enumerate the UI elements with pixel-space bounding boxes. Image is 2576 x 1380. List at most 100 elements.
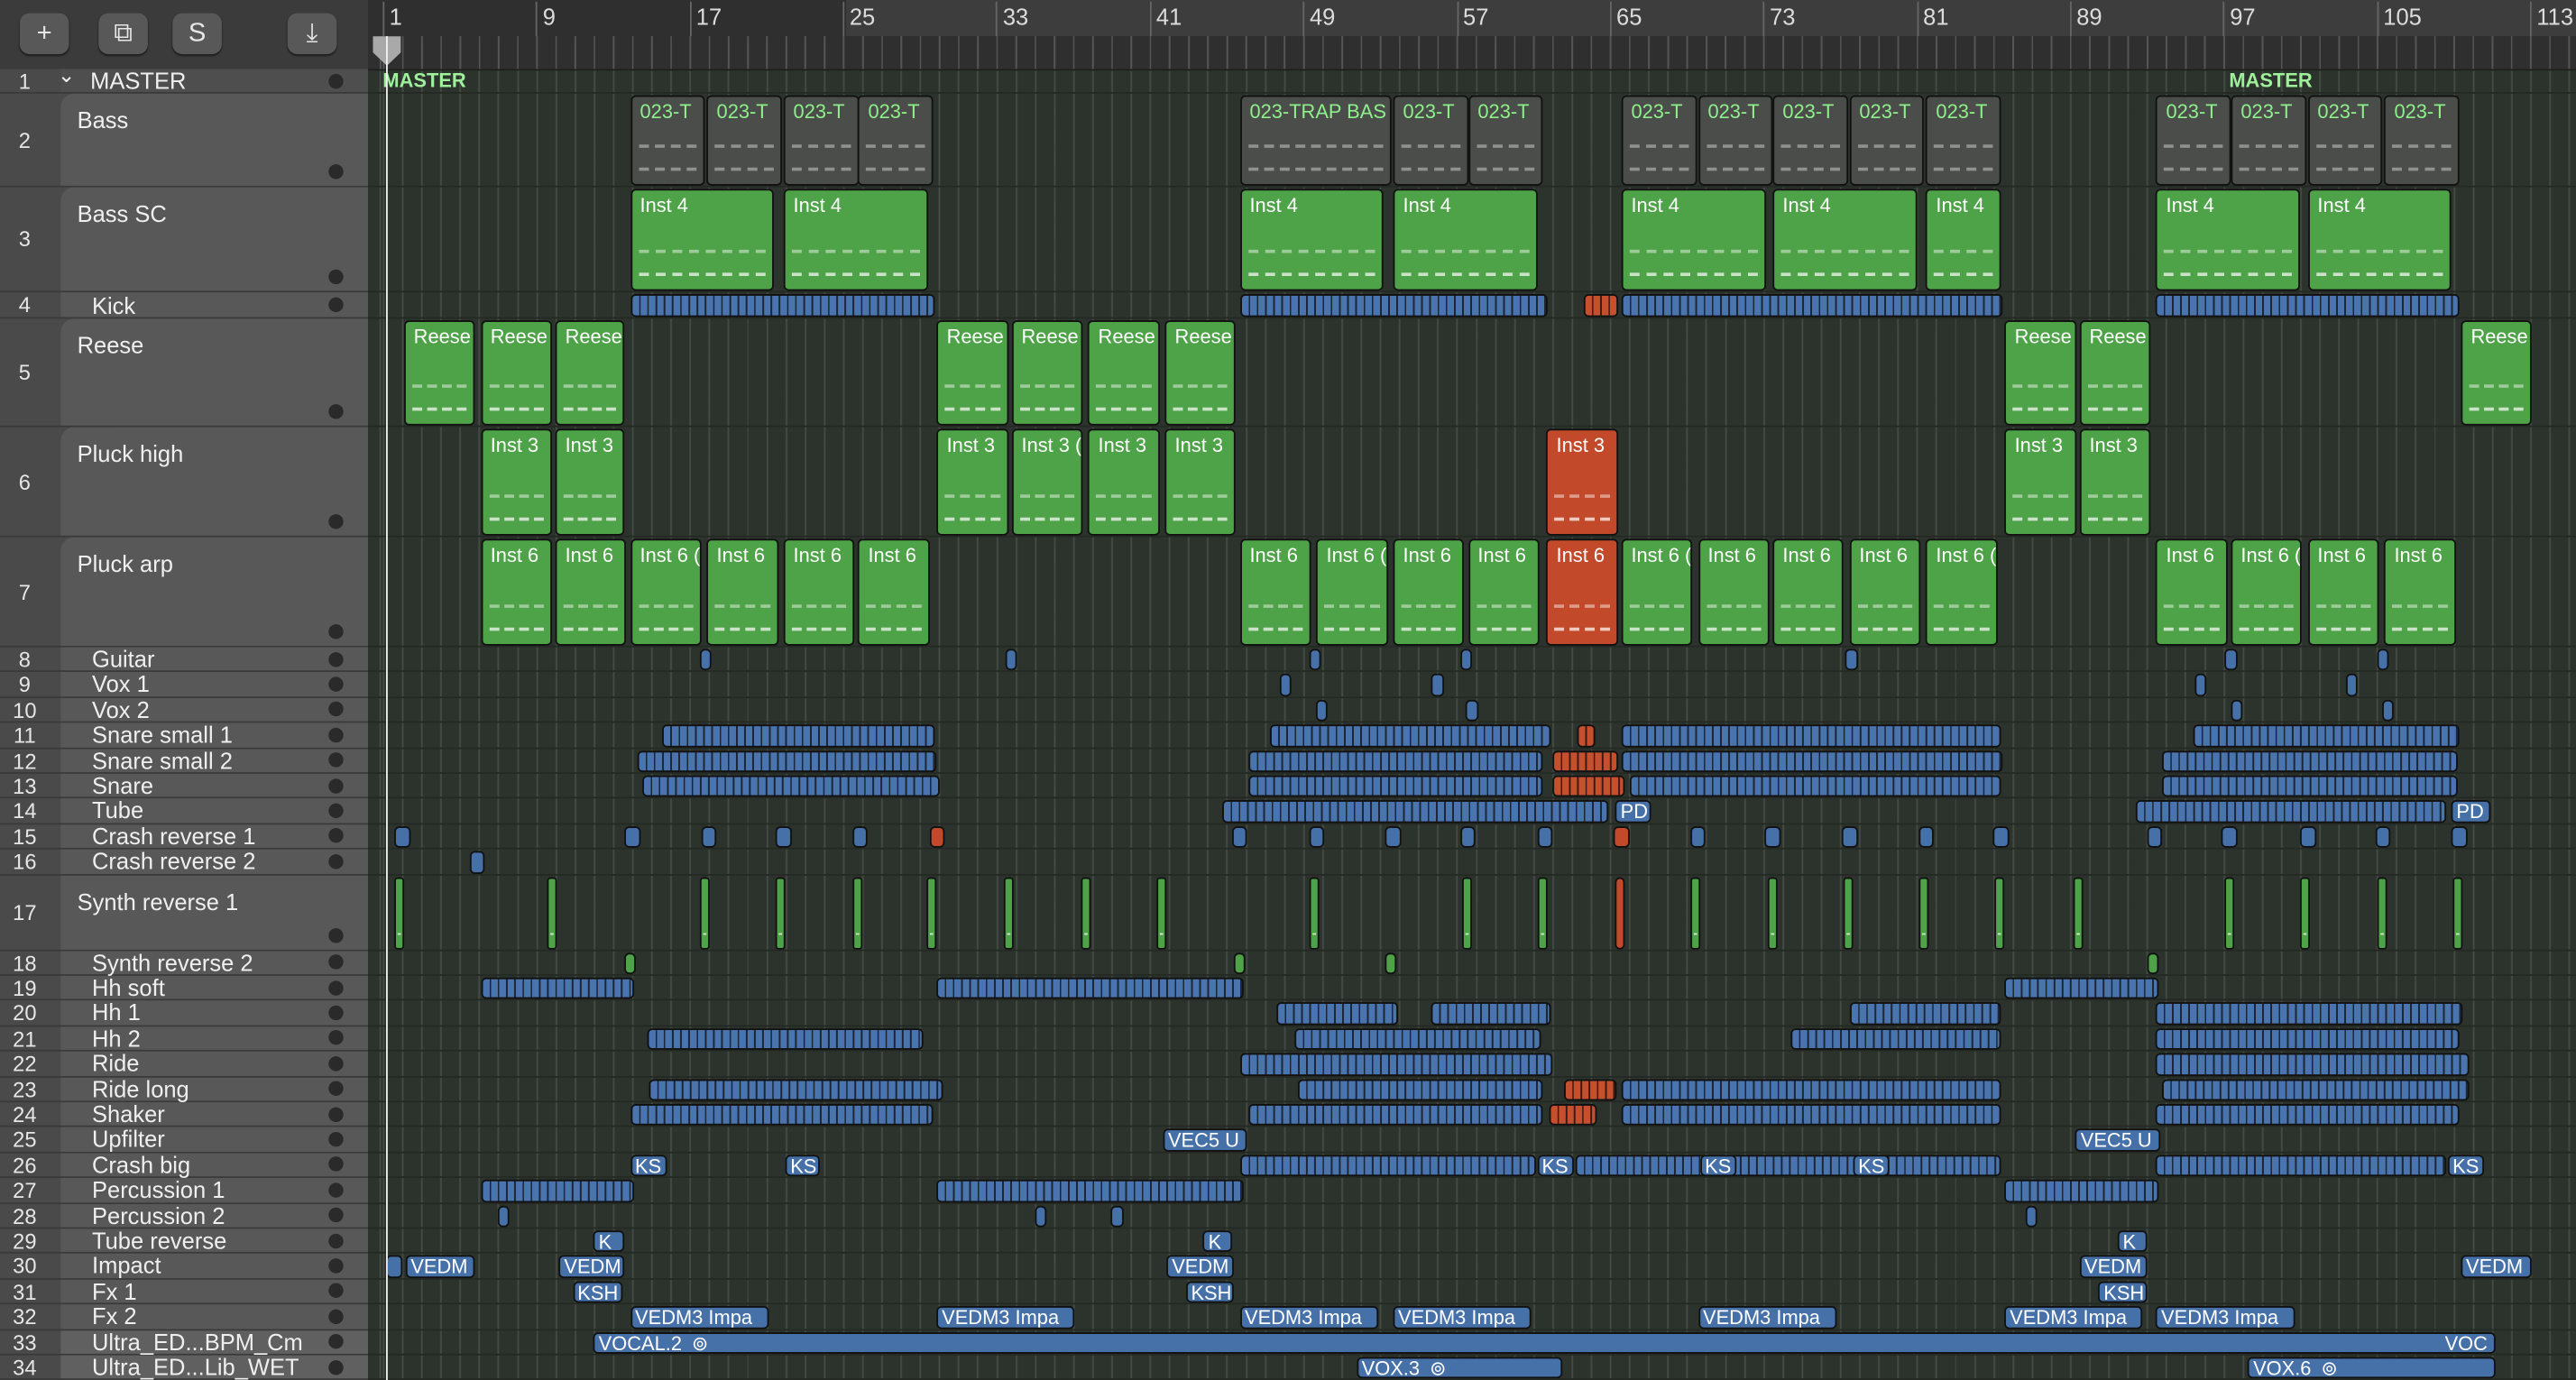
region[interactable] [1621, 1078, 2001, 1101]
region[interactable] [2074, 876, 2084, 950]
region[interactable]: Reese [936, 320, 1008, 426]
track-name[interactable]: Impact [92, 1253, 161, 1279]
track-header[interactable]: 18 Synth reverse 2 [0, 949, 369, 976]
track-name[interactable]: Snare small 1 [92, 722, 233, 749]
track-name[interactable]: MASTER [90, 69, 186, 94]
track-name[interactable]: Percussion 2 [92, 1202, 225, 1228]
region[interactable]: Inst 6 [706, 538, 778, 646]
region[interactable]: Inst 6 ( [1316, 538, 1388, 646]
region[interactable]: VEDM3 Impa [1239, 1306, 1378, 1329]
region[interactable]: K [2118, 1230, 2148, 1253]
region[interactable] [1551, 775, 1626, 798]
region[interactable]: 023-T [630, 95, 705, 186]
region[interactable] [2374, 825, 2391, 849]
track-header[interactable]: 22 Ride [0, 1050, 369, 1078]
region[interactable]: Inst 4 [1621, 189, 1766, 291]
region[interactable]: 023-T [858, 95, 934, 186]
region[interactable] [1841, 825, 1858, 849]
region[interactable] [1385, 952, 1398, 975]
region[interactable]: Reese [555, 320, 625, 426]
track-header[interactable]: 4 Kick [0, 292, 369, 319]
region[interactable] [1275, 1002, 1398, 1026]
region[interactable] [647, 1027, 925, 1051]
region[interactable]: Inst 4 [1772, 189, 1918, 291]
region[interactable]: VEDM [2461, 1256, 2533, 1278]
region[interactable]: KS [2447, 1155, 2485, 1177]
track-name[interactable]: Upfilter [92, 1127, 165, 1153]
region[interactable]: 023-T [1467, 95, 1543, 186]
region[interactable]: Inst 4 [1393, 189, 1538, 291]
track-name[interactable]: Fx 1 [92, 1278, 137, 1305]
region[interactable]: KSH [2098, 1281, 2148, 1303]
track-name[interactable]: Pluck high [78, 440, 184, 466]
track-header[interactable]: 16 Crash reverse 2 [0, 848, 369, 876]
track-header[interactable]: 5 Reese [0, 318, 369, 428]
region[interactable]: KS [1699, 1155, 1737, 1177]
region[interactable]: Inst 6 [783, 538, 855, 646]
track-name[interactable]: Vox 2 [92, 696, 150, 723]
region[interactable]: Reese [480, 320, 552, 426]
record-enable-icon[interactable] [328, 1258, 344, 1274]
region[interactable] [2221, 825, 2238, 849]
region[interactable]: Inst 3 [1546, 428, 1618, 536]
region[interactable] [547, 876, 558, 950]
region[interactable]: KSH [572, 1281, 623, 1303]
region[interactable]: Inst 3 [480, 428, 552, 536]
track-header[interactable]: 28 Percussion 2 [0, 1202, 369, 1229]
region[interactable]: VEDM3 Impa [2004, 1306, 2143, 1329]
region[interactable] [1614, 825, 1630, 849]
region[interactable] [701, 825, 717, 849]
track-header[interactable]: 10 Vox 2 [0, 696, 369, 723]
track-header[interactable]: 25 Upfilter [0, 1127, 369, 1154]
track-name[interactable]: Tube reverse [92, 1228, 226, 1254]
region[interactable]: Inst 4 [2307, 189, 2452, 291]
record-enable-icon[interactable] [328, 676, 344, 692]
record-enable-icon[interactable] [328, 727, 344, 743]
region[interactable] [1844, 876, 1854, 950]
track-name[interactable]: Ultra_ED...BPM_Cm [92, 1329, 303, 1356]
track-name[interactable]: Pluck arp [78, 550, 173, 576]
track-name[interactable]: Fx 2 [92, 1303, 137, 1330]
region[interactable]: VOX.6 ⊚ [2248, 1357, 2497, 1379]
region[interactable] [2156, 1053, 2470, 1076]
region[interactable] [641, 775, 940, 798]
record-enable-icon[interactable] [328, 297, 344, 313]
region[interactable] [929, 825, 945, 849]
region[interactable] [852, 825, 869, 849]
region[interactable]: 023-T [1926, 95, 2001, 186]
region[interactable] [2156, 1027, 2460, 1051]
track-name[interactable]: Bass [78, 106, 129, 133]
region[interactable] [1629, 775, 2001, 798]
region[interactable] [1239, 1053, 1553, 1076]
region[interactable]: K [593, 1230, 625, 1253]
region[interactable] [1918, 876, 1928, 950]
region[interactable]: KS [785, 1155, 821, 1177]
region[interactable] [1621, 750, 2003, 773]
region[interactable] [1789, 1027, 2001, 1051]
add-track-button[interactable]: + [19, 13, 69, 55]
region[interactable]: 023-T [2307, 95, 2383, 186]
region[interactable] [1459, 649, 1473, 671]
region[interactable] [699, 649, 712, 671]
region[interactable] [1575, 1155, 2001, 1177]
region[interactable] [776, 876, 787, 950]
region[interactable]: Inst 6 [2384, 538, 2456, 646]
track-name[interactable]: Percussion 1 [92, 1177, 225, 1203]
bar-ruler[interactable]: 1 9 17 25 33 41 49 57 65 73 81 89 97 105 113 [368, 0, 2576, 71]
track-name[interactable]: Reese [78, 332, 144, 358]
region[interactable] [1462, 876, 1473, 950]
region[interactable] [1918, 825, 1935, 849]
region[interactable]: Inst 6 [555, 538, 627, 646]
track-header[interactable]: 17 Synth reverse 1 [0, 875, 369, 951]
record-enable-icon[interactable] [328, 1005, 344, 1021]
region[interactable] [936, 977, 1245, 1000]
region[interactable]: VOCAL.2 ⊚ VOC [593, 1331, 2497, 1354]
region[interactable] [1309, 825, 1325, 849]
region[interactable]: Reese [2004, 320, 2076, 426]
region[interactable] [624, 952, 637, 975]
region[interactable] [1537, 825, 1553, 849]
region[interactable]: Inst 4 [1926, 189, 2001, 291]
record-enable-icon[interactable] [328, 269, 344, 285]
record-enable-icon[interactable] [328, 514, 344, 529]
region[interactable] [1992, 825, 2010, 849]
